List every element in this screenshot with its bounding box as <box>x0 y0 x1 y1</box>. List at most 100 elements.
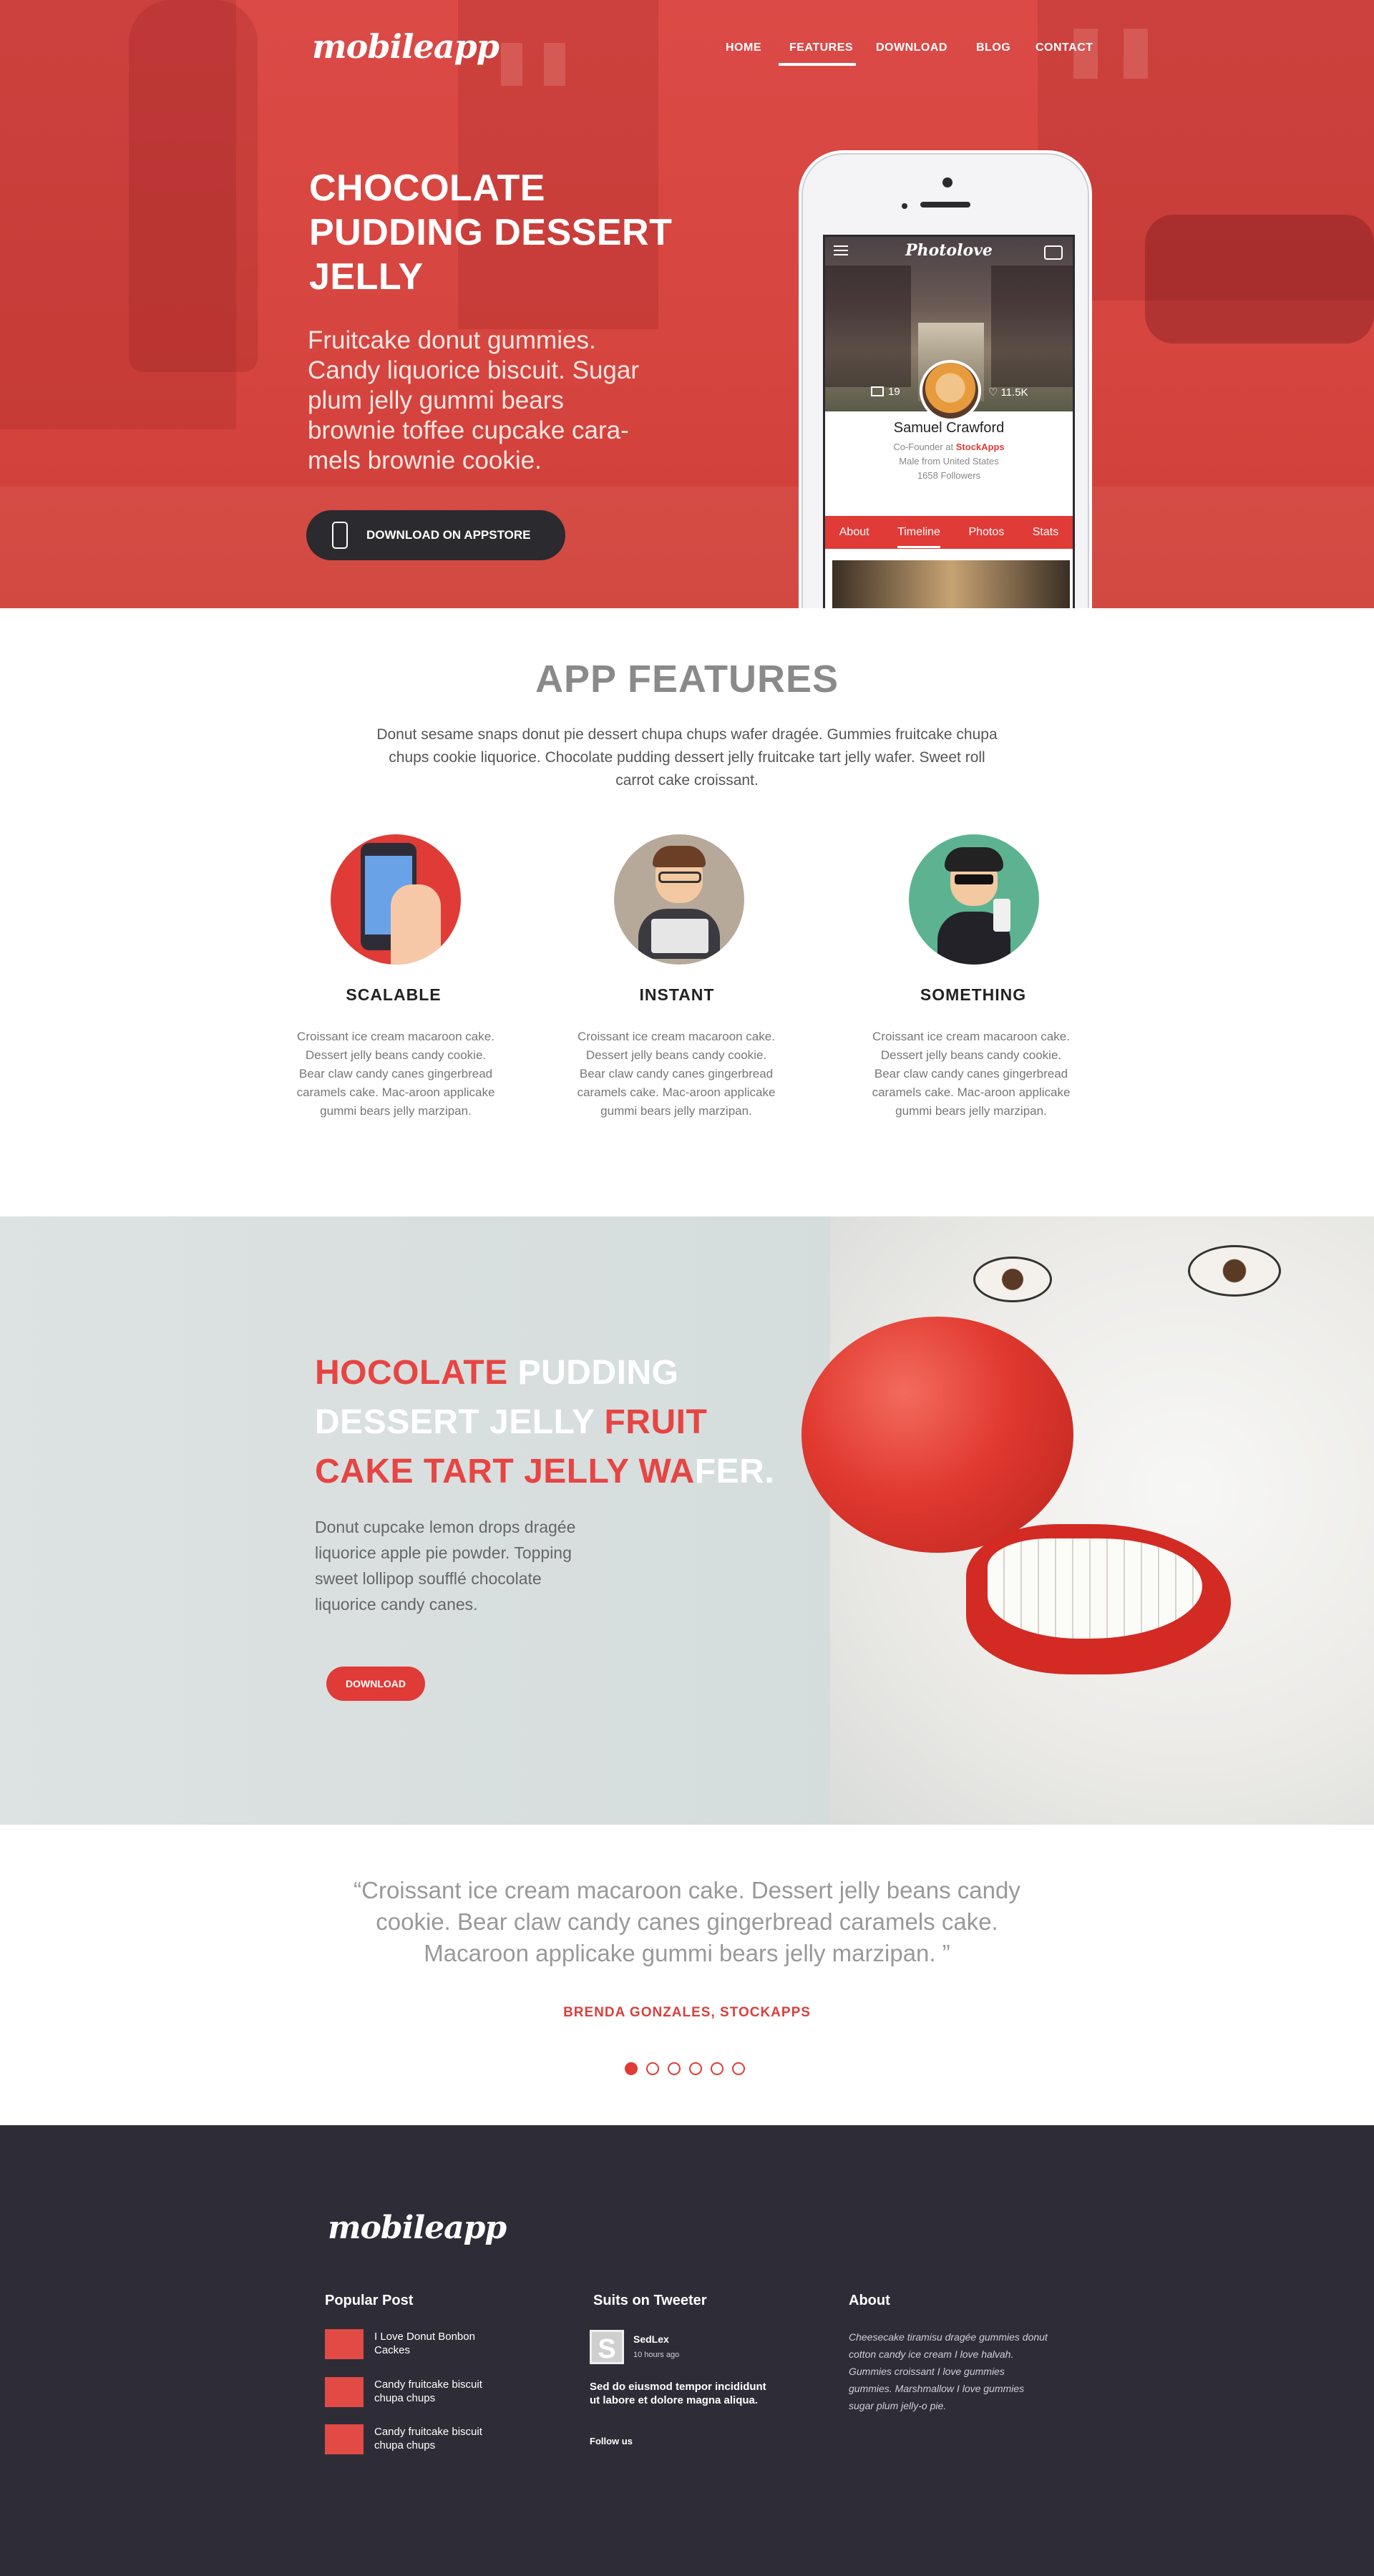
profile-location: Male from United States <box>899 456 999 467</box>
tab-timeline[interactable]: Timeline <box>897 526 940 548</box>
likes-count-value: 11.5K <box>1000 386 1028 399</box>
tweeter-heading: Suits on Tweeter <box>593 2293 707 2308</box>
features-description: Donut sesame snaps donut pie dessert chu… <box>376 726 998 789</box>
feature-title-scalable: SCALABLE <box>346 985 442 1004</box>
phone-mockup: Photolove 19 ♡ 11.5K Samuel Crawford Co-F… <box>799 150 1092 608</box>
feature-title-something: SOMETHING <box>920 985 1027 1004</box>
post-link[interactable]: Candy fruitcake biscuit chupa chups <box>374 2378 496 2405</box>
feature-text-instant: Croissant ice cream macaroon cake. Desse… <box>577 1030 776 1118</box>
features-title: APP FEATURES <box>535 658 839 701</box>
tab-stats[interactable]: Stats <box>1033 526 1058 539</box>
background-window <box>544 43 565 86</box>
about-heading: About <box>849 2293 890 2308</box>
glasses-illustration <box>658 872 701 883</box>
nav-download[interactable]: DOWNLOAD <box>876 42 947 54</box>
phone-illustration <box>993 899 1010 932</box>
photos-count-value: 19 <box>888 386 900 398</box>
background-street <box>0 487 1374 608</box>
laptop-illustration <box>651 919 708 953</box>
phone-icon <box>332 522 348 549</box>
popular-post-heading: Popular Post <box>325 2293 414 2308</box>
slider-dot-active[interactable] <box>625 2062 638 2075</box>
phone-camera <box>942 177 952 187</box>
tab-about[interactable]: About <box>839 526 869 539</box>
profile-role-prefix: Co-Founder at <box>893 441 956 452</box>
promo-title-part: PUDDING <box>517 1354 679 1392</box>
download-button[interactable]: DOWNLOAD <box>326 1667 425 1701</box>
tweet-text: Sed do eiusmod tempor incididunt ut labo… <box>590 2381 766 2406</box>
promo-title-part: FRUIT <box>604 1403 708 1441</box>
nav-features[interactable]: FEATURES <box>789 42 853 54</box>
tweet-user[interactable]: SedLex <box>633 2333 669 2346</box>
promo-title-part: HOCOLATE <box>315 1354 518 1392</box>
hero-title: CHOCOLATE PUDDING DESSERT JELLY <box>309 167 673 298</box>
instant-illustration <box>614 834 744 965</box>
about-text: Cheesecake tiramisu dragée gummies donut… <box>849 2331 1048 2411</box>
clown-eye-right <box>1188 1245 1281 1297</box>
avatar[interactable] <box>920 360 981 421</box>
promo-title-part: FER. <box>694 1453 775 1491</box>
slider-dot[interactable] <box>711 2062 723 2075</box>
footer-logo[interactable]: mobileapp <box>328 2210 507 2246</box>
photos-count: 19 <box>871 386 900 398</box>
footer: mobileapp Popular Post I Love Donut Bonb… <box>0 2125 1374 2576</box>
background-window <box>501 43 522 86</box>
testimonial-author: BRENDA GONZALES, STOCKAPPS <box>563 2005 811 2020</box>
slider-dot[interactable] <box>732 2062 745 2075</box>
promo-title-part: DESSERT JELLY <box>315 1403 605 1441</box>
tweet-time: 10 hours ago <box>633 2351 680 2359</box>
timeline-photo[interactable] <box>832 560 1070 608</box>
feature-text-scalable: Croissant ice cream macaroon cake. Desse… <box>296 1030 495 1118</box>
background-window <box>1124 29 1148 79</box>
logo[interactable]: mobileapp <box>312 27 500 66</box>
background-car <box>1145 215 1374 343</box>
post-link[interactable]: I Love Donut Bonbon Cackes <box>374 2330 482 2357</box>
feature-text-something: Croissant ice cream macaroon cake. Desse… <box>872 1030 1071 1118</box>
testimonial-quote: “Croissant ice cream macaroon cake. Dess… <box>354 1877 1020 1966</box>
cover-photo-building <box>991 265 1073 387</box>
download-appstore-label: DOWNLOAD ON APPSTORE <box>366 528 531 542</box>
promo-description: Donut cupcake lemon drops dragée liquori… <box>315 1518 576 1614</box>
cover-photo-building <box>825 265 911 387</box>
hero-section: mobileapp HOME FEATURES DOWNLOAD BLOG CO… <box>0 0 1374 608</box>
something-illustration <box>909 834 1039 965</box>
likes-count: ♡ 11.5K <box>988 386 1028 399</box>
nav-home[interactable]: HOME <box>726 42 761 54</box>
profile-role: Co-Founder at StockApps <box>825 441 1073 452</box>
nav-contact[interactable]: CONTACT <box>1036 42 1093 54</box>
hair-illustration <box>653 846 706 867</box>
clown-eye-left <box>973 1257 1052 1302</box>
profile-name: Samuel Crawford <box>893 420 1005 436</box>
clown-nose <box>802 1317 1073 1553</box>
download-appstore-button[interactable]: DOWNLOAD ON APPSTORE <box>306 510 565 560</box>
feature-title-instant: INSTANT <box>639 985 715 1004</box>
app-name: Photolove <box>905 241 993 260</box>
hero-description: Fruitcake donut gummies. Candy liquorice… <box>308 326 640 474</box>
post-thumbnail[interactable] <box>325 2377 364 2407</box>
post-thumbnail[interactable] <box>325 2424 364 2454</box>
heart-icon: ♡ <box>988 386 998 399</box>
follow-us-link[interactable]: Follow us <box>590 2434 633 2448</box>
phone-screen: Photolove 19 ♡ 11.5K Samuel Crawford Co-F… <box>823 235 1075 608</box>
promo-title-part: CAKE TART JELLY WA <box>315 1453 695 1491</box>
profile-tabs: About Timeline Photos Stats <box>825 516 1073 549</box>
profile-followers: 1658 Followers <box>917 470 981 481</box>
hair-illustration <box>945 847 1003 872</box>
company-link[interactable]: StockApps <box>956 441 1005 452</box>
tab-photos[interactable]: Photos <box>968 526 1004 539</box>
scalable-illustration <box>331 834 461 965</box>
camera-icon[interactable] <box>1044 245 1063 260</box>
sunglasses-illustration <box>955 874 993 884</box>
slider-dot[interactable] <box>668 2062 681 2075</box>
post-link[interactable]: Candy fruitcake biscuit chupa chups <box>374 2425 496 2452</box>
image-icon <box>871 386 884 396</box>
phone-speaker <box>920 202 970 208</box>
twitter-avatar-icon[interactable]: S <box>590 2330 624 2364</box>
nav-blog[interactable]: BLOG <box>976 42 1010 54</box>
post-thumbnail[interactable] <box>325 2329 364 2359</box>
slider-dot[interactable] <box>646 2062 659 2075</box>
nav-active-underline <box>779 63 856 66</box>
slider-dot[interactable] <box>689 2062 702 2075</box>
hand-illustration <box>391 884 441 965</box>
phone-sensor <box>902 203 907 209</box>
